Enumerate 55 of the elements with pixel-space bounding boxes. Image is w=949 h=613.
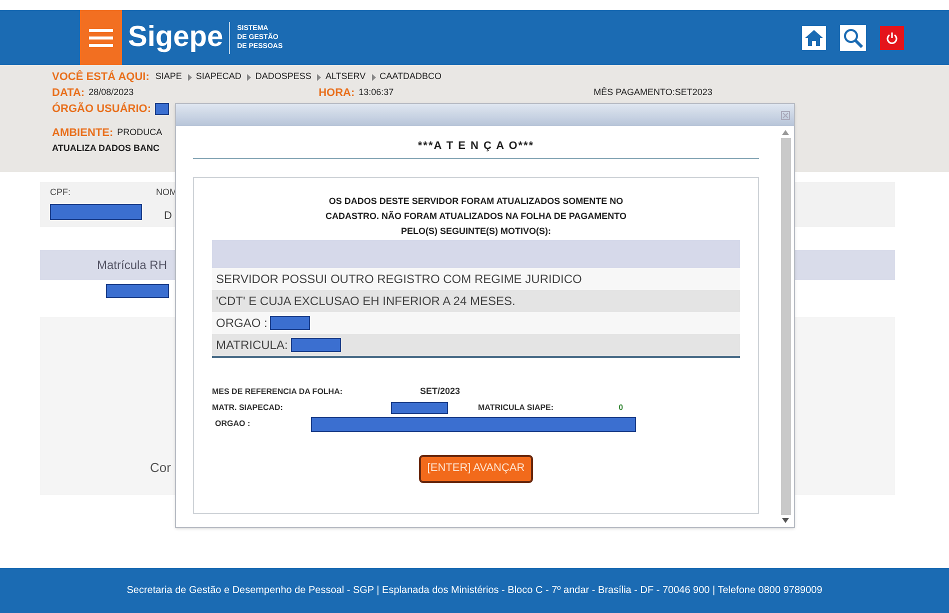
redaction-bar [106, 284, 169, 298]
reference-month-value: SET/2023 [420, 385, 460, 398]
field-label: D [164, 208, 173, 224]
siape-value: 0 [618, 402, 624, 414]
org-label: ÓRGÃO USUÁRIO: [52, 101, 151, 117]
message-line: PELO(S) SEGUINTE(S) MOTIVO(S): [401, 225, 551, 238]
payment-month: MÊS PAGAMENTO:SET2023 [594, 86, 712, 100]
breadcrumb-link[interactable]: SIAPECAD [196, 70, 242, 84]
redaction-bar [155, 103, 169, 115]
dialog-title: ***A T E N Ç A O*** [418, 138, 534, 154]
menu-icon [89, 28, 113, 48]
logo-text: Sigepe [128, 20, 224, 55]
power-button[interactable] [880, 26, 904, 50]
redaction-bar [391, 402, 448, 414]
message-line: CADASTRO. NÃO FORAM ATUALIZADOS NA FOLHA DE PAGAMENTO [326, 210, 626, 223]
environment-value: PRODUCA [117, 126, 162, 140]
chevron-icon [188, 74, 192, 80]
reason-text: SERVIDOR POSSUI OUTRO REGISTRO COM REGIME JURIDICO [216, 271, 582, 288]
search-icon [843, 28, 863, 48]
reference-month-label: MES DE REFERENCIA DA FOLHA: [212, 386, 344, 398]
siape-label: MATRICULA SIAPE: [478, 402, 554, 414]
siapecad-label: MATR. SIAPECAD: [212, 402, 284, 414]
cpf-label: CPF: [50, 186, 72, 199]
menu-button[interactable] [80, 10, 122, 65]
redaction-bar [270, 316, 310, 330]
chevron-icon [372, 74, 376, 80]
reason-text: 'CDT' E CUJA EXCLUSAO EH INFERIOR A 24 MESES. [216, 293, 516, 310]
redaction-bar [290, 338, 341, 352]
breadcrumb-link[interactable]: CAATDADBCO [380, 70, 442, 84]
org-label: ORGAO : [215, 418, 252, 430]
bottom-label: Cor [150, 458, 171, 476]
message-line: OS DADOS DESTE SERVIDOR FORAM ATUALIZADOS SOMENTE NO [328, 195, 624, 208]
reason-text: MATRICULA: [216, 337, 288, 354]
breadcrumb-link[interactable]: SIAPE [155, 70, 182, 84]
location-label: VOCÊ ESTÁ AQUI: [52, 69, 150, 85]
breadcrumb-link[interactable]: ALTSERV [325, 70, 366, 84]
scrollbar[interactable] [779, 130, 792, 523]
breadcrumb-link[interactable]: DADOSPESS [255, 70, 312, 84]
column-header: Matrícula RH [97, 257, 168, 274]
scroll-down-icon[interactable] [782, 518, 789, 523]
environment-label: AMBIENTE: [52, 126, 114, 141]
page-title: ATUALIZA DADOS BANC [52, 142, 160, 156]
home-button[interactable] [802, 26, 826, 50]
time-value: 13:06:37 [358, 86, 395, 100]
chevron-icon [247, 74, 252, 80]
footer-text: Secretaria de Gestão e Desempenho de Pessoal - SGP | Esplanada dos Ministérios - Bloco C - 7º andar - Brasília - DF - 70046 900 | Telefone 0800 9789009 [126, 584, 822, 598]
home-icon [805, 30, 823, 46]
reason-text: ORGAO : [216, 315, 268, 332]
time-label: HORA: [318, 86, 355, 101]
power-icon [886, 32, 898, 44]
date-label: DATA: [52, 86, 85, 101]
chevron-icon [317, 74, 322, 80]
scroll-up-icon[interactable] [782, 130, 789, 135]
date-value: 28/08/2023 [88, 86, 135, 100]
search-button[interactable] [840, 24, 866, 50]
